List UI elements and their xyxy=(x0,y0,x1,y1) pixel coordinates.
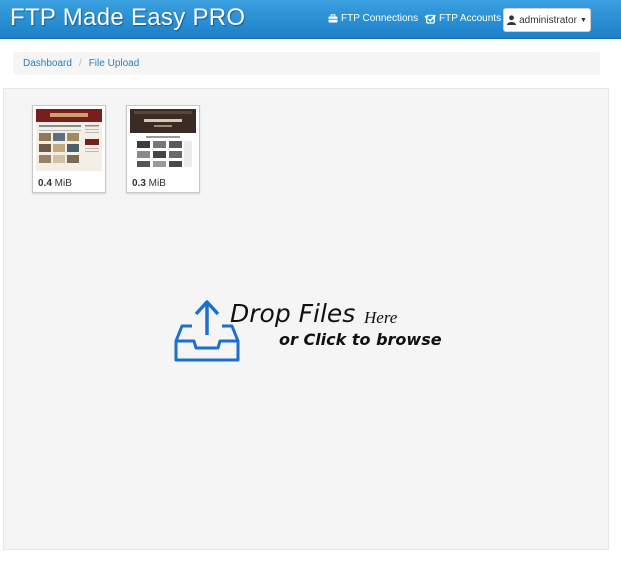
file-thumbnail xyxy=(36,109,102,171)
caret-down-icon: ▼ xyxy=(579,16,587,24)
file-size: 0.4 MiB xyxy=(38,178,72,189)
breadcrumb-separator: / xyxy=(78,58,82,69)
file-preview[interactable]: 0.3 MiB xyxy=(126,105,200,193)
user-icon xyxy=(507,15,517,25)
user-menu-label: administrator xyxy=(519,14,577,26)
check-square-icon xyxy=(426,14,436,24)
drop-subtitle: or Click to browse xyxy=(279,330,442,349)
briefcase-icon xyxy=(328,14,338,23)
nav-ftp-accounts[interactable]: FTP Accounts xyxy=(426,13,501,24)
breadcrumb: Dashboard / File Upload xyxy=(13,52,600,75)
navbar: FTP Made Easy PRO FTP Connections ▼ FTP … xyxy=(0,0,621,39)
file-dropzone[interactable]: 0.4 MiB 0.3 MiB Drop Files Here or Click… xyxy=(3,88,609,550)
file-thumbnail xyxy=(130,109,196,171)
nav-ftp-connections-label: FTP Connections xyxy=(341,13,419,24)
user-menu-button[interactable]: administrator ▼ xyxy=(503,8,591,32)
breadcrumb-file-upload[interactable]: File Upload xyxy=(89,58,140,69)
file-preview[interactable]: 0.4 MiB xyxy=(32,105,106,193)
breadcrumb-dashboard[interactable]: Dashboard xyxy=(23,58,72,69)
drop-title-suffix: Here xyxy=(364,308,398,327)
brand-title[interactable]: FTP Made Easy PRO xyxy=(10,4,245,32)
file-size: 0.3 MiB xyxy=(132,178,166,189)
nav-ftp-connections[interactable]: FTP Connections ▼ xyxy=(328,13,430,24)
drop-title: Drop Files xyxy=(230,299,356,328)
nav-ftp-accounts-label: FTP Accounts xyxy=(439,13,502,24)
